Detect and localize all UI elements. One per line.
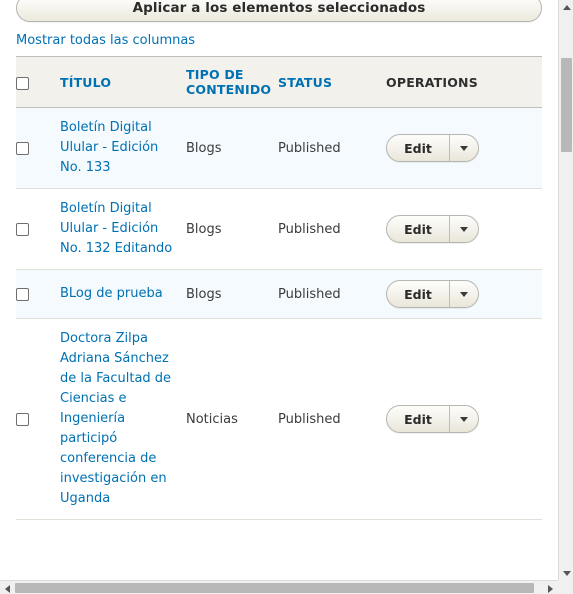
column-header-operations-label: OPERATIONS	[386, 74, 478, 90]
row-select-cell	[16, 188, 60, 270]
table-row: BLog de prueba Blogs Published Edit	[16, 269, 542, 319]
edit-button[interactable]: Edit	[387, 135, 449, 161]
apply-to-selected-items-button[interactable]: Aplicar a los elementos seleccionados	[16, 0, 542, 22]
table-row: Boletín Digital Ulular - Edición No. 133…	[16, 107, 542, 189]
horizontal-scrollbar[interactable]	[0, 580, 558, 594]
vertical-scrollbar-thumb[interactable]	[561, 58, 572, 152]
row-status-cell: Published	[278, 318, 386, 520]
table-header: TÍTULO TIPO DE CONTENIDO STATUS OPERATIO…	[16, 56, 542, 108]
caret-down-icon	[460, 226, 468, 232]
operations-dropbutton: Edit	[386, 215, 479, 243]
scroll-down-button[interactable]	[559, 566, 573, 580]
show-all-columns-link[interactable]: Mostrar todas las columnas	[16, 33, 195, 48]
operations-dropdown-toggle[interactable]	[449, 281, 478, 307]
operations-dropdown-toggle[interactable]	[449, 216, 478, 242]
row-content-type-cell: Blogs	[186, 107, 278, 189]
row-select-checkbox[interactable]	[16, 412, 29, 426]
content-viewport: Aplicar a los elementos seleccionados Mo…	[0, 0, 558, 580]
row-select-checkbox[interactable]	[16, 141, 29, 155]
column-header-title: TÍTULO	[60, 56, 186, 108]
column-header-select-all	[16, 56, 60, 108]
row-title-link[interactable]: Boletín Digital Ulular - Edición No. 132…	[60, 199, 178, 259]
content-table-container: TÍTULO TIPO DE CONTENIDO STATUS OPERATIO…	[0, 56, 558, 520]
caret-down-icon	[460, 145, 468, 151]
edit-button[interactable]: Edit	[387, 281, 449, 307]
row-operations-cell: Edit	[386, 107, 542, 189]
column-header-status-sort-link[interactable]: STATUS	[278, 75, 332, 90]
column-header-status: STATUS	[278, 56, 386, 108]
triangle-down-icon	[563, 571, 571, 576]
column-header-operations: OPERATIONS	[386, 56, 542, 108]
row-select-cell	[16, 269, 60, 319]
row-status-cell: Published	[278, 269, 386, 319]
row-title-cell: BLog de prueba	[60, 269, 186, 319]
content-area: Aplicar a los elementos seleccionados Mo…	[0, 0, 558, 520]
caret-down-icon	[460, 416, 468, 422]
row-operations-cell: Edit	[386, 269, 542, 319]
scrollbar-corner	[558, 580, 573, 594]
edit-button[interactable]: Edit	[387, 406, 449, 432]
select-all-checkbox[interactable]	[16, 76, 29, 90]
show-all-columns-container: Mostrar todas las columnas	[0, 22, 558, 56]
row-title-cell: Boletín Digital Ulular - Edición No. 132…	[60, 188, 186, 270]
row-operations-cell: Edit	[386, 318, 542, 520]
table-body: Boletín Digital Ulular - Edición No. 133…	[16, 107, 542, 520]
triangle-right-icon[interactable]	[548, 585, 553, 593]
column-header-title-sort-link[interactable]: TÍTULO	[60, 75, 111, 90]
row-select-cell	[16, 107, 60, 189]
row-title-cell: Doctora Zilpa Adriana Sánchez de la Facu…	[60, 318, 186, 520]
row-select-checkbox[interactable]	[16, 287, 29, 301]
row-content-type-cell: Blogs	[186, 269, 278, 319]
operations-dropbutton: Edit	[386, 134, 479, 162]
row-select-cell	[16, 318, 60, 520]
vertical-scrollbar[interactable]	[558, 0, 573, 580]
row-status-cell: Published	[278, 188, 386, 270]
triangle-left-icon[interactable]	[5, 585, 10, 593]
edit-button[interactable]: Edit	[387, 216, 449, 242]
row-title-cell: Boletín Digital Ulular - Edición No. 133	[60, 107, 186, 189]
operations-dropdown-toggle[interactable]	[449, 406, 478, 432]
operations-dropdown-toggle[interactable]	[449, 135, 478, 161]
bulk-actions-bar: Aplicar a los elementos seleccionados	[0, 0, 558, 22]
row-title-link[interactable]: Doctora Zilpa Adriana Sánchez de la Facu…	[60, 329, 178, 509]
row-title-link[interactable]: BLog de prueba	[60, 284, 163, 304]
content-table: TÍTULO TIPO DE CONTENIDO STATUS OPERATIO…	[16, 56, 542, 520]
row-select-checkbox[interactable]	[16, 222, 29, 236]
operations-dropbutton: Edit	[386, 405, 479, 433]
table-row: Doctora Zilpa Adriana Sánchez de la Facu…	[16, 318, 542, 520]
row-title-link[interactable]: Boletín Digital Ulular - Edición No. 133	[60, 118, 178, 178]
row-operations-cell: Edit	[386, 188, 542, 270]
column-header-content-type-sort-link[interactable]: TIPO DE CONTENIDO	[186, 67, 271, 97]
caret-down-icon	[460, 291, 468, 297]
table-header-row: TÍTULO TIPO DE CONTENIDO STATUS OPERATIO…	[16, 56, 542, 108]
scroll-up-button[interactable]	[559, 0, 573, 14]
row-content-type-cell: Blogs	[186, 188, 278, 270]
column-header-content-type: TIPO DE CONTENIDO	[186, 56, 278, 108]
operations-dropbutton: Edit	[386, 280, 479, 308]
row-content-type-cell: Noticias	[186, 318, 278, 520]
horizontal-scrollbar-thumb[interactable]	[15, 583, 534, 593]
triangle-up-icon	[563, 5, 571, 10]
table-row: Boletín Digital Ulular - Edición No. 132…	[16, 188, 542, 270]
row-status-cell: Published	[278, 107, 386, 189]
